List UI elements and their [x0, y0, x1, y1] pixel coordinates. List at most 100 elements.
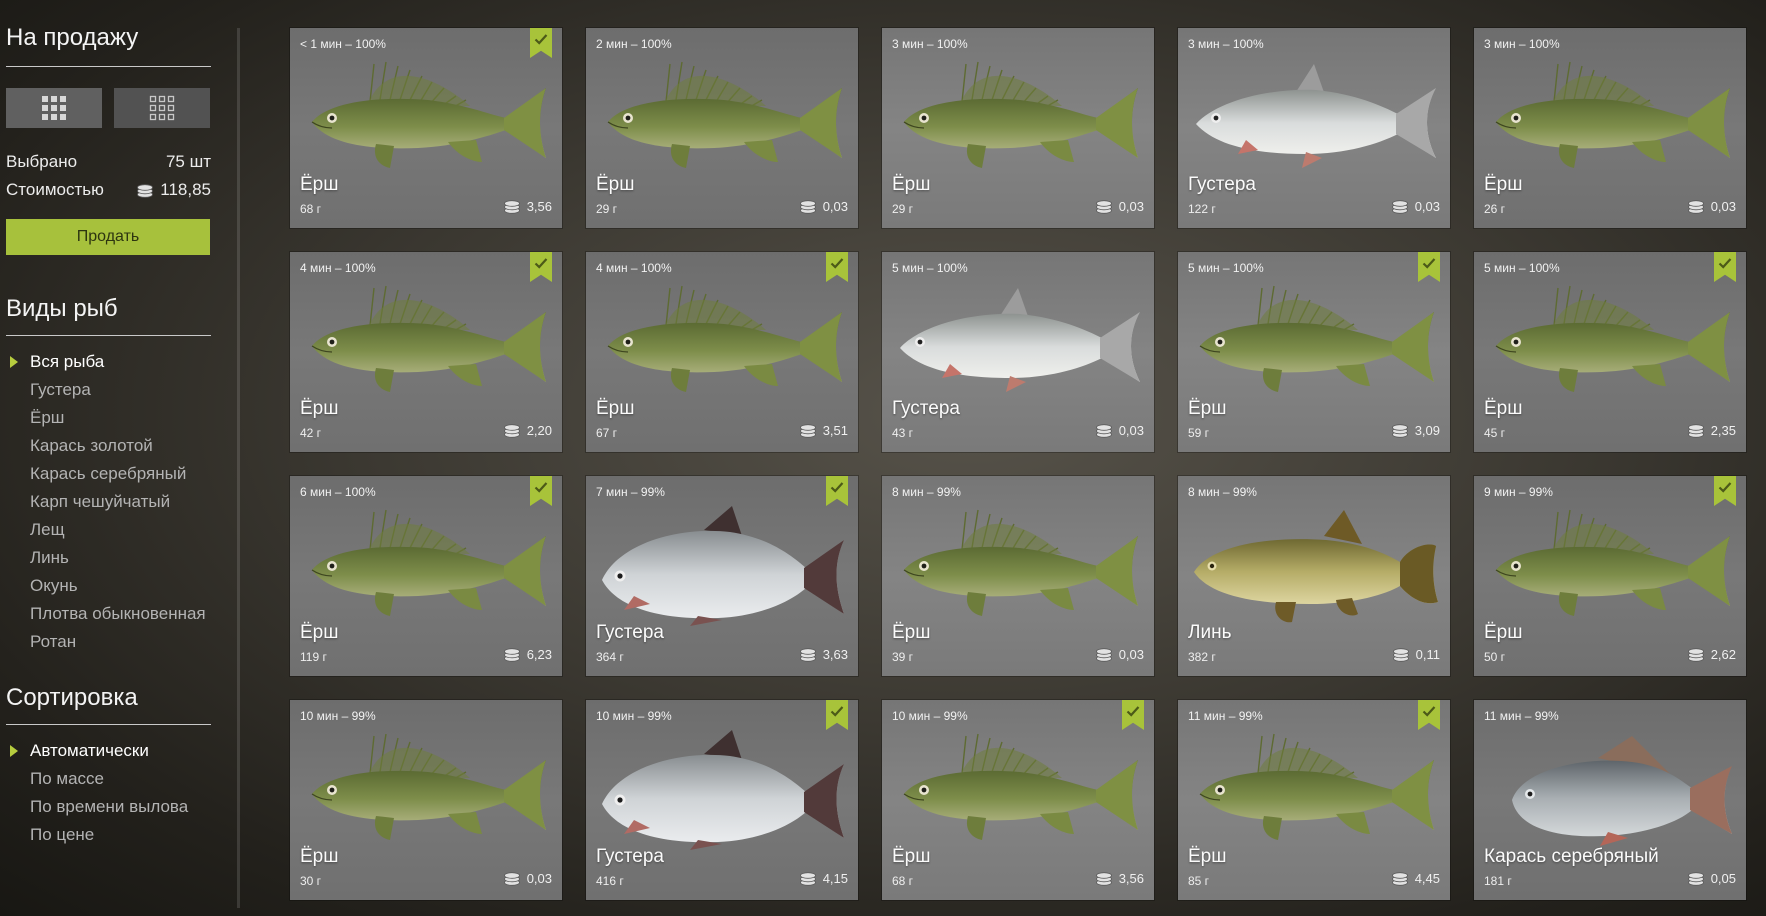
fish-card[interactable]: 8 мин – 99% Ёрш 39 г 0,03 — [882, 476, 1154, 676]
fish-card[interactable]: < 1 мин – 100% Ёрш 68 г 3,56 — [290, 28, 562, 228]
fish-price: 2,20 — [503, 422, 552, 438]
fish-weight: 29 г — [892, 202, 914, 216]
selected-checkmark-icon[interactable] — [1418, 700, 1440, 730]
fish-card[interactable]: 2 мин – 100% Ёрш 29 г 0,03 — [586, 28, 858, 228]
coin-stack-icon — [503, 648, 520, 662]
coin-stack-icon — [137, 184, 154, 198]
fish-price: 0,05 — [1687, 870, 1736, 886]
species-item[interactable]: Ротан — [30, 628, 206, 656]
sort-item[interactable]: По времени вылова — [30, 793, 188, 821]
fish-price: 3,56 — [503, 198, 552, 214]
species-item[interactable]: Плотва обыкновенная — [30, 600, 206, 628]
catch-time-label: 11 мин – 99% — [1484, 709, 1559, 723]
fish-card[interactable]: 4 мин – 100% Ёрш 42 г 2,20 — [290, 252, 562, 452]
coin-stack-icon — [1391, 424, 1408, 438]
fish-card[interactable]: 3 мин – 100% Густера 122 г 0,03 — [1178, 28, 1450, 228]
selected-checkmark-icon[interactable] — [1122, 700, 1144, 730]
species-item[interactable]: Карась золотой — [30, 432, 206, 460]
large-grid-view-button[interactable] — [6, 88, 102, 128]
fish-card[interactable]: 10 мин – 99% Густера 416 г 4,15 — [586, 700, 858, 900]
sort-item[interactable]: Автоматически — [10, 737, 188, 765]
fish-name: Густера — [596, 846, 664, 867]
selected-checkmark-icon[interactable] — [530, 28, 552, 58]
fish-image — [1482, 58, 1738, 178]
species-item[interactable]: Вся рыба — [10, 348, 206, 376]
fish-card[interactable]: 11 мин – 99% Карась серебряный 181 г 0,0… — [1474, 700, 1746, 900]
fish-card[interactable]: 4 мин – 100% Ёрш 67 г 3,51 — [586, 252, 858, 452]
catch-time-label: 11 мин – 99% — [1188, 709, 1263, 723]
fish-price-value: 0,03 — [1118, 422, 1144, 438]
species-filter-list: Вся рыба Густера Ёрш Карась золотой Карась с… — [10, 348, 206, 656]
fish-price: 3,09 — [1391, 422, 1440, 438]
catch-time-label: 5 мин – 100% — [892, 261, 968, 275]
coin-stack-icon — [1095, 200, 1112, 214]
sell-button[interactable]: Продать — [6, 219, 210, 255]
species-item[interactable]: Карп чешуйчатый — [30, 488, 206, 516]
fish-image — [890, 58, 1146, 178]
fish-card[interactable]: 5 мин – 100% Ёрш 59 г 3,09 — [1178, 252, 1450, 452]
fish-price-value: 2,35 — [1710, 422, 1736, 438]
fish-weight: 85 г — [1188, 874, 1210, 888]
species-item[interactable]: Густера — [30, 376, 206, 404]
species-label: Лещ — [30, 520, 65, 539]
coin-stack-icon — [799, 424, 816, 438]
fish-name: Ёрш — [596, 174, 635, 195]
selected-checkmark-icon[interactable] — [530, 252, 552, 282]
sort-item[interactable]: По цене — [30, 821, 188, 849]
fish-price-value: 0,05 — [1710, 870, 1736, 886]
species-item[interactable]: Лещ — [30, 516, 206, 544]
species-label: Карась золотой — [30, 436, 153, 455]
fish-card[interactable]: 10 мин – 99% Ёрш 68 г 3,56 — [882, 700, 1154, 900]
species-item[interactable]: Линь — [30, 544, 206, 572]
sort-title: Сортировка — [6, 684, 138, 711]
fish-image — [890, 282, 1146, 402]
fish-name: Ёрш — [892, 622, 931, 643]
catch-time-label: 8 мин – 99% — [1188, 485, 1257, 499]
fish-name: Ёрш — [300, 398, 339, 419]
divider — [6, 66, 211, 67]
catch-time-label: 10 мин – 99% — [596, 709, 672, 723]
selected-checkmark-icon[interactable] — [826, 252, 848, 282]
selected-marker-icon — [10, 356, 18, 368]
fish-card[interactable]: 3 мин – 100% Ёрш 29 г 0,03 — [882, 28, 1154, 228]
catch-time-label: 6 мин – 100% — [300, 485, 376, 499]
species-label: Карп чешуйчатый — [30, 492, 171, 511]
fish-name: Ёрш — [300, 846, 339, 867]
fish-card[interactable]: 8 мин – 99% Линь 382 г 0,11 — [1178, 476, 1450, 676]
fish-card[interactable]: 10 мин – 99% Ёрш 30 г 0,03 — [290, 700, 562, 900]
fish-card[interactable]: 11 мин – 99% Ёрш 85 г 4,45 — [1178, 700, 1450, 900]
fish-card[interactable]: 7 мин – 99% Густера 364 г 3,63 — [586, 476, 858, 676]
selected-checkmark-icon[interactable] — [530, 476, 552, 506]
fish-weight: 30 г — [300, 874, 322, 888]
fish-name: Ёрш — [1188, 398, 1227, 419]
small-grid-view-button[interactable] — [114, 88, 210, 128]
fish-card[interactable]: 5 мин – 100% Густера 43 г 0,03 — [882, 252, 1154, 452]
species-item[interactable]: Ёрш — [30, 404, 206, 432]
fish-name: Ёрш — [300, 622, 339, 643]
fish-name: Ёрш — [1484, 622, 1523, 643]
fish-card[interactable]: 5 мин – 100% Ёрш 45 г 2,35 — [1474, 252, 1746, 452]
sort-item[interactable]: По массе — [30, 765, 188, 793]
fish-weight: 26 г — [1484, 202, 1506, 216]
fish-name: Ёрш — [892, 846, 931, 867]
selected-checkmark-icon[interactable] — [826, 700, 848, 730]
species-item[interactable]: Карась серебряный — [30, 460, 206, 488]
sort-label: По цене — [30, 825, 95, 844]
species-item[interactable]: Окунь — [30, 572, 206, 600]
fish-name: Ёрш — [300, 174, 339, 195]
coin-stack-icon — [1391, 200, 1408, 214]
selected-checkmark-icon[interactable] — [1714, 476, 1736, 506]
selected-count-row: Выбрано 75 шт — [6, 152, 211, 172]
sale-title: На продажу — [6, 24, 139, 51]
sidebar: На продажу Выбрано 75 шт Стоимостью 118,… — [0, 0, 240, 916]
selected-checkmark-icon[interactable] — [826, 476, 848, 506]
total-cost-row: Стоимостью 118,85 — [6, 180, 211, 200]
coin-stack-icon — [799, 200, 816, 214]
fish-weight: 68 г — [300, 202, 322, 216]
fish-card[interactable]: 9 мин – 99% Ёрш 50 г 2,62 — [1474, 476, 1746, 676]
selected-checkmark-icon[interactable] — [1714, 252, 1736, 282]
selected-checkmark-icon[interactable] — [1418, 252, 1440, 282]
fish-card[interactable]: 6 мин – 100% Ёрш 119 г 6,23 — [290, 476, 562, 676]
fish-card[interactable]: 3 мин – 100% Ёрш 26 г 0,03 — [1474, 28, 1746, 228]
fish-image — [594, 506, 850, 626]
